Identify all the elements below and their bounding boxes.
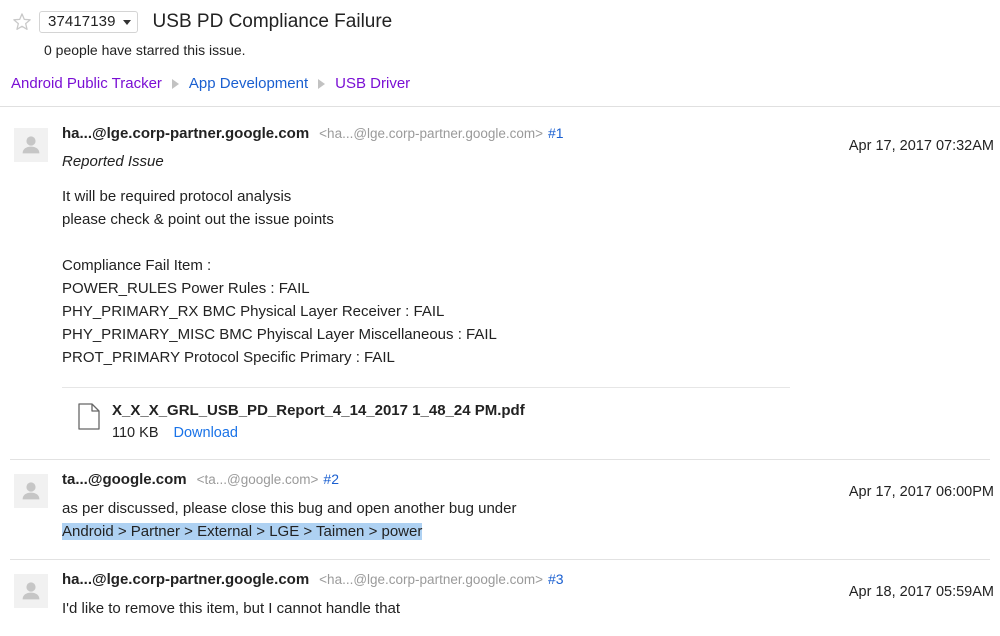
attachment-download-link[interactable]: Download xyxy=(174,424,239,443)
issue-header: 37417139 USB PD Compliance Failure 0 peo… xyxy=(0,0,1000,114)
breadcrumb-separator-icon xyxy=(318,79,325,89)
comment-body-line-1: as per discussed, please close this bug … xyxy=(62,500,516,517)
attachment-divider xyxy=(62,387,790,388)
comment-body: as per discussed, please close this bug … xyxy=(62,497,990,543)
comment-permalink-3[interactable]: #3 xyxy=(548,570,564,589)
comment-permalink-2[interactable]: #2 xyxy=(323,470,339,489)
attachment-meta: X_X_X_GRL_USB_PD_Report_4_14_2017 1_48_2… xyxy=(112,401,525,443)
person-avatar-icon xyxy=(14,574,48,608)
person-avatar-icon xyxy=(14,474,48,508)
comment-body-selected-line: Android > Partner > External > LGE > Tai… xyxy=(62,523,422,540)
comment-2-spacer xyxy=(62,543,990,559)
comment-2: ta...@google.com <ta...@google.com> #2 A… xyxy=(0,460,1000,559)
comment-status-label: Reported Issue xyxy=(62,152,990,171)
comment-body: I'd like to remove this item, but I cann… xyxy=(62,597,990,620)
comment-1: ha...@lge.corp-partner.google.com <ha...… xyxy=(0,114,1000,459)
comment-author-email: <ta...@google.com> xyxy=(197,470,319,489)
comment-3: ha...@lge.corp-partner.google.com <ha...… xyxy=(0,560,1000,636)
comment-2-inner: ta...@google.com <ta...@google.com> #2 A… xyxy=(0,470,1000,559)
page-title: USB PD Compliance Failure xyxy=(153,11,393,33)
issue-title-row: 37417139 USB PD Compliance Failure xyxy=(0,9,1000,35)
comment-timestamp: Apr 17, 2017 06:00PM xyxy=(849,484,994,500)
header-divider xyxy=(0,106,1000,107)
comment-3-inner: ha...@lge.corp-partner.google.com <ha...… xyxy=(0,570,1000,636)
issue-id-dropdown[interactable]: 37417139 xyxy=(39,11,138,33)
person-avatar-icon xyxy=(14,128,48,162)
chevron-down-icon xyxy=(123,20,131,25)
starred-count-text: 0 people have starred this issue. xyxy=(0,41,1000,59)
attachment-subline: 110 KB Download xyxy=(112,424,525,443)
star-icon[interactable] xyxy=(11,11,33,33)
comment-author: ha...@lge.corp-partner.google.com xyxy=(62,124,309,143)
comment-1-spacer xyxy=(62,443,990,459)
comment-author: ha...@lge.corp-partner.google.com xyxy=(62,570,309,589)
comment-permalink-1[interactable]: #1 xyxy=(548,124,564,143)
comment-author-email: <ha...@lge.corp-partner.google.com> xyxy=(319,570,543,589)
breadcrumb-item-android-public-tracker[interactable]: Android Public Tracker xyxy=(11,74,162,94)
breadcrumb-item-usb-driver[interactable]: USB Driver xyxy=(335,74,410,94)
breadcrumb-item-app-development[interactable]: App Development xyxy=(189,74,308,94)
comment-author: ta...@google.com xyxy=(62,470,187,489)
comment-body: It will be required protocol analysis pl… xyxy=(62,185,990,369)
comment-1-inner: ha...@lge.corp-partner.google.com <ha...… xyxy=(0,124,1000,459)
breadcrumb-separator-icon xyxy=(172,79,179,89)
attachment-filesize: 110 KB xyxy=(112,424,159,443)
document-file-icon xyxy=(78,403,100,430)
comment-author-email: <ha...@lge.corp-partner.google.com> xyxy=(319,124,543,143)
comment-timestamp: Apr 18, 2017 05:59AM xyxy=(849,584,994,600)
breadcrumb: Android Public Tracker App Development U… xyxy=(0,73,1000,95)
comment-timestamp: Apr 17, 2017 07:32AM xyxy=(849,138,994,154)
attachment-filename: X_X_X_GRL_USB_PD_Report_4_14_2017 1_48_2… xyxy=(112,401,525,420)
attachment-item[interactable]: X_X_X_GRL_USB_PD_Report_4_14_2017 1_48_2… xyxy=(62,401,990,443)
issue-id-value: 37417139 xyxy=(48,12,116,32)
comment-3-spacer xyxy=(62,620,990,636)
